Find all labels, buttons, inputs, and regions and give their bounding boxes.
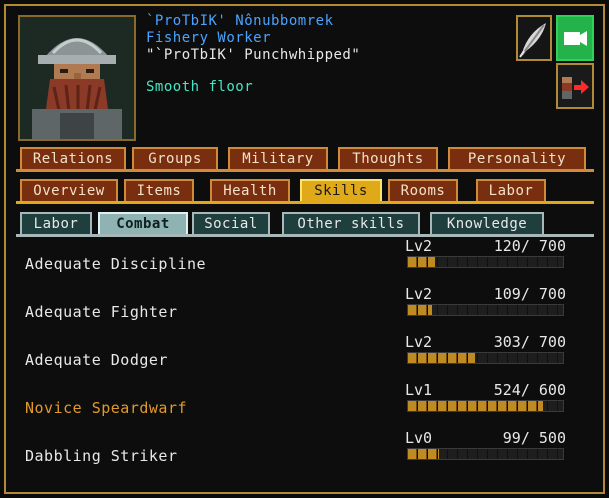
skill-xp: 99/ 500 [493, 429, 566, 447]
skill-level: Lv0 [405, 429, 433, 447]
tab-items[interactable]: Items [124, 179, 194, 201]
camera-icon [564, 31, 587, 46]
tabs-row-1-divider [16, 169, 594, 172]
skill-progress-bar [407, 256, 564, 268]
skill-progress-track [408, 449, 563, 459]
skill-level: Lv2 [405, 237, 433, 255]
tab-skills-labor[interactable]: Labor [20, 212, 92, 234]
skill-level: Lv2 [405, 285, 433, 303]
skill-name: Novice Speardwarf [25, 399, 188, 417]
tab-military[interactable]: Military [228, 147, 328, 169]
tab-skills-social[interactable]: Social [192, 212, 270, 234]
skill-name: Dabbling Striker [25, 447, 178, 465]
tab-overview[interactable]: Overview [20, 179, 118, 201]
skill-progress-track [408, 353, 563, 363]
skill-progress-bar [407, 448, 564, 460]
dwarf-portrait-icon [20, 17, 134, 139]
skill-progress-bar [407, 304, 564, 316]
skill-name: Adequate Dodger [25, 351, 168, 369]
tab-personality[interactable]: Personality [448, 147, 586, 169]
unit-panel: `ProTbIK' Nônubbomrek Fishery Worker "`P… [6, 6, 603, 492]
quill-feather-icon [519, 23, 546, 58]
skill-progress-bar [407, 400, 564, 412]
skill-name: Adequate Fighter [25, 303, 178, 321]
dwarf-portrait [18, 15, 136, 141]
skill-xp: 120/ 700 [493, 237, 566, 255]
tab-skills[interactable]: Skills [300, 179, 382, 201]
skill-row: Dabbling Striker Lv0 99/ 500 [6, 430, 603, 476]
tab-health[interactable]: Health [210, 179, 290, 201]
skill-row: Novice Speardwarf Lv1 524/ 600 [6, 382, 603, 428]
tab-labor[interactable]: Labor [476, 179, 546, 201]
tab-groups[interactable]: Groups [132, 147, 218, 169]
tab-skills-knowledge[interactable]: Knowledge [430, 212, 544, 234]
tab-rooms[interactable]: Rooms [388, 179, 458, 201]
tab-skills-combat[interactable]: Combat [98, 212, 188, 234]
skill-level: Lv2 [405, 333, 433, 351]
skill-row: Adequate Fighter Lv2 109/ 700 [6, 286, 603, 332]
skill-row: Adequate Dodger Lv2 303/ 700 [6, 334, 603, 380]
dwarf-goto-arrow-icon [562, 77, 589, 99]
skill-name: Adequate Discipline [25, 255, 207, 273]
unit-window: `ProTbIK' Nônubbomrek Fishery Worker "`P… [0, 0, 609, 498]
tab-thoughts[interactable]: Thoughts [338, 147, 438, 169]
tab-relations[interactable]: Relations [20, 147, 126, 169]
unit-location: Smooth floor [146, 79, 254, 95]
tabs-row-2-divider [16, 201, 594, 204]
skill-level: Lv1 [405, 381, 433, 399]
skill-progress-track [408, 257, 563, 267]
unit-nickname: "`ProTbIK' Punchwhipped" [146, 47, 361, 63]
skill-row: Adequate Discipline Lv2 120/ 700 [6, 238, 603, 284]
skill-xp: 524/ 600 [493, 381, 566, 399]
skill-xp: 109/ 700 [493, 285, 566, 303]
skill-progress-track [408, 401, 563, 411]
unit-name: `ProTbIK' Nônubbomrek [146, 13, 334, 29]
tab-skills-other[interactable]: Other skills [282, 212, 420, 234]
unit-profession: Fishery Worker [146, 30, 272, 46]
feather-button[interactable] [516, 15, 552, 61]
skill-xp: 303/ 700 [493, 333, 566, 351]
camera-button[interactable] [556, 15, 594, 61]
goto-button[interactable] [556, 63, 594, 109]
skill-progress-bar [407, 352, 564, 364]
skill-progress-track [408, 305, 563, 315]
